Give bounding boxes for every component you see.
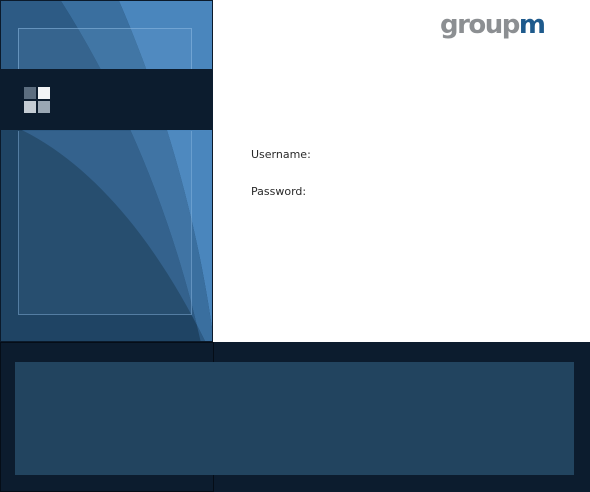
bottom-content-area: [15, 362, 574, 475]
square-top-right: [38, 87, 50, 99]
brand-logo: groupm: [440, 8, 546, 42]
square-bottom-right: [38, 101, 50, 113]
square-top-left: [24, 87, 36, 99]
password-label: Password:: [251, 185, 307, 198]
panel-inner-frame-bottom: [18, 131, 192, 315]
square-bottom-left: [24, 101, 36, 113]
bottom-panel: [0, 342, 590, 492]
brand-logo-part-a: group: [440, 10, 520, 40]
login-page: groupm Username: Password:: [0, 0, 590, 492]
four-squares-icon: [24, 87, 52, 115]
panel-inner-frame-top: [18, 28, 192, 70]
left-decorative-panel: [0, 0, 213, 342]
brand-logo-part-b: m: [518, 10, 546, 40]
username-label: Username:: [251, 148, 311, 161]
